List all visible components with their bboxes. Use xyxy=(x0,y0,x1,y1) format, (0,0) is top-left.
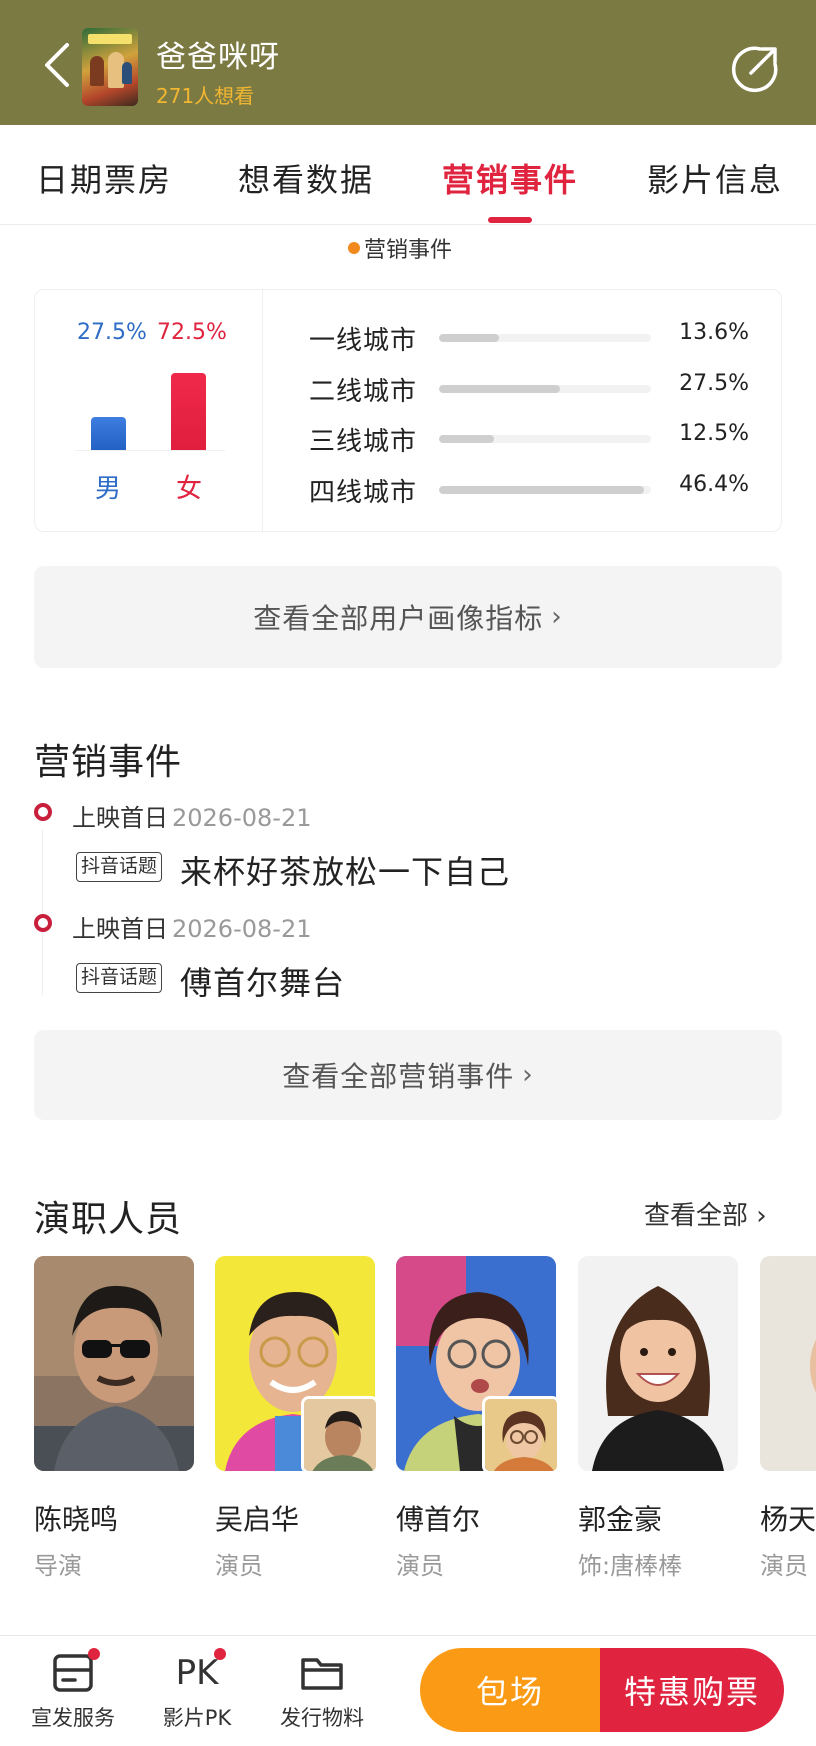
timeline-line xyxy=(42,830,43,995)
cast-name: 陈晓鸣 xyxy=(34,1503,119,1536)
pk-icon-text: PK xyxy=(175,1653,219,1693)
private-screening-button[interactable]: 包场 xyxy=(420,1648,600,1732)
event-label: 上映首日 xyxy=(72,915,168,943)
female-percent: 72.5% xyxy=(157,320,227,345)
share-icon xyxy=(731,46,778,93)
chart-baseline xyxy=(75,450,225,451)
folder-icon xyxy=(301,1658,343,1690)
gender-chart: 27.5% 72.5% 男 女 xyxy=(35,290,263,533)
female-bar xyxy=(171,373,206,450)
nav-distribution-materials[interactable]: 发行物料 xyxy=(267,1650,377,1732)
city-percent: 12.5% xyxy=(679,421,749,446)
chevron-right-icon: › xyxy=(522,1060,534,1090)
nav-label: 宣发服务 xyxy=(31,1706,115,1730)
character-avatar xyxy=(482,1396,560,1474)
see-all-label: 查看全部 xyxy=(644,1201,749,1231)
nav-film-pk[interactable]: PK 影片PK xyxy=(142,1648,252,1732)
city-progress-track xyxy=(439,486,651,494)
view-all-profile-label: 查看全部用户画像指标 xyxy=(253,602,544,635)
city-percent: 46.4% xyxy=(679,472,749,497)
view-all-events-label: 查看全部营销事件 xyxy=(282,1060,515,1093)
notification-dot xyxy=(88,1648,100,1660)
city-progress-fill xyxy=(439,486,644,494)
cast-section-title: 演职人员 xyxy=(34,1199,183,1240)
city-progress-track xyxy=(439,334,651,342)
see-all-cast-link[interactable]: 查看全部 › xyxy=(644,1195,767,1232)
legend-dot xyxy=(348,242,360,254)
city-percent: 13.6% xyxy=(679,320,749,345)
event-date-value: 2026-08-21 xyxy=(172,804,312,832)
tab-marketing-events[interactable]: 营销事件 xyxy=(442,155,578,201)
legend-label: 营销事件 xyxy=(364,238,453,263)
event-tag: 抖音话题 xyxy=(76,852,163,882)
buy-ticket-button[interactable]: 特惠购票 xyxy=(600,1648,784,1732)
event-title[interactable]: 傅首尔舞台 xyxy=(180,958,345,1004)
city-progress-track xyxy=(439,385,651,393)
male-bar xyxy=(91,417,126,450)
marketing-section-title: 营销事件 xyxy=(34,742,183,783)
city-progress-track xyxy=(439,435,651,443)
active-tab-indicator xyxy=(488,217,532,223)
cast-role: 饰:唐棒棒 xyxy=(578,1552,683,1580)
character-avatar xyxy=(301,1396,379,1474)
tab-daily-box-office[interactable]: 日期票房 xyxy=(36,155,172,201)
cast-name: 郭金豪 xyxy=(578,1503,663,1536)
chevron-right-icon: › xyxy=(551,602,563,632)
view-all-profile-button[interactable]: 查看全部用户画像指标 › xyxy=(34,566,782,668)
male-percent: 27.5% xyxy=(77,320,147,345)
nav-service[interactable]: 宣发服务 xyxy=(18,1648,128,1732)
top-bar: 爸爸咪呀 271人想看 xyxy=(0,0,816,125)
cast-name: 杨天 xyxy=(760,1503,816,1536)
chart-legend: 营销事件 xyxy=(348,232,452,264)
female-label: 女 xyxy=(176,474,203,504)
movie-title: 爸爸咪呀 xyxy=(156,40,280,75)
cast-role: 演员 xyxy=(760,1552,808,1580)
tab-bar: 日期票房 想看数据 营销事件 影片信息 xyxy=(0,125,816,225)
view-all-events-button[interactable]: 查看全部营销事件 › xyxy=(34,1030,782,1120)
event-date: 上映首日 2026-08-21 xyxy=(72,909,311,944)
cast-role: 导演 xyxy=(34,1552,82,1580)
timeline-dot xyxy=(34,914,52,932)
city-row: 四线城市 46.4% xyxy=(309,470,749,510)
cast-role: 演员 xyxy=(396,1552,444,1580)
city-progress-fill xyxy=(439,334,500,342)
city-percent: 27.5% xyxy=(679,371,749,396)
city-row: 一线城市 13.6% xyxy=(309,318,749,358)
audience-profile-card: 27.5% 72.5% 男 女 一线城市 13.6% 二线城市 27.5% 三线… xyxy=(34,289,782,533)
event-tag: 抖音话题 xyxy=(76,963,163,993)
cast-photo xyxy=(760,1256,816,1471)
city-name: 二线城市 xyxy=(309,377,418,407)
male-label: 男 xyxy=(95,474,122,504)
cast-photo xyxy=(578,1256,738,1471)
pk-icon: PK xyxy=(174,1648,226,1696)
tab-film-info[interactable]: 影片信息 xyxy=(647,155,783,201)
nav-label: 影片PK xyxy=(162,1706,232,1730)
cast-name: 吴启华 xyxy=(215,1503,300,1536)
cast-photo xyxy=(34,1256,194,1471)
timeline-dot xyxy=(34,803,52,821)
want-count: 271人想看 xyxy=(156,84,255,108)
back-arrow-icon xyxy=(45,43,69,87)
cast-role: 演员 xyxy=(215,1552,263,1580)
event-date-value: 2026-08-21 xyxy=(172,915,312,943)
notification-dot xyxy=(214,1648,226,1660)
event-date: 上映首日 2026-08-21 xyxy=(72,798,311,833)
city-progress-fill xyxy=(439,435,495,443)
cast-name: 傅首尔 xyxy=(396,1503,481,1536)
nav-label: 发行物料 xyxy=(280,1706,364,1730)
city-row: 二线城市 27.5% xyxy=(309,369,749,409)
city-name: 三线城市 xyxy=(309,427,418,457)
chevron-right-icon: › xyxy=(756,1201,767,1231)
city-progress-fill xyxy=(439,385,561,393)
event-title[interactable]: 来杯好茶放松一下自己 xyxy=(180,847,510,893)
share-button[interactable] xyxy=(730,44,780,94)
back-button[interactable] xyxy=(36,40,76,90)
movie-poster xyxy=(82,28,138,106)
city-row: 三线城市 12.5% xyxy=(309,419,749,459)
city-name: 一线城市 xyxy=(309,326,418,356)
cast-card[interactable]: 杨天 演员 xyxy=(760,1256,816,1586)
event-label: 上映首日 xyxy=(72,804,168,832)
tab-want-data[interactable]: 想看数据 xyxy=(238,155,374,201)
city-name: 四线城市 xyxy=(309,478,418,508)
